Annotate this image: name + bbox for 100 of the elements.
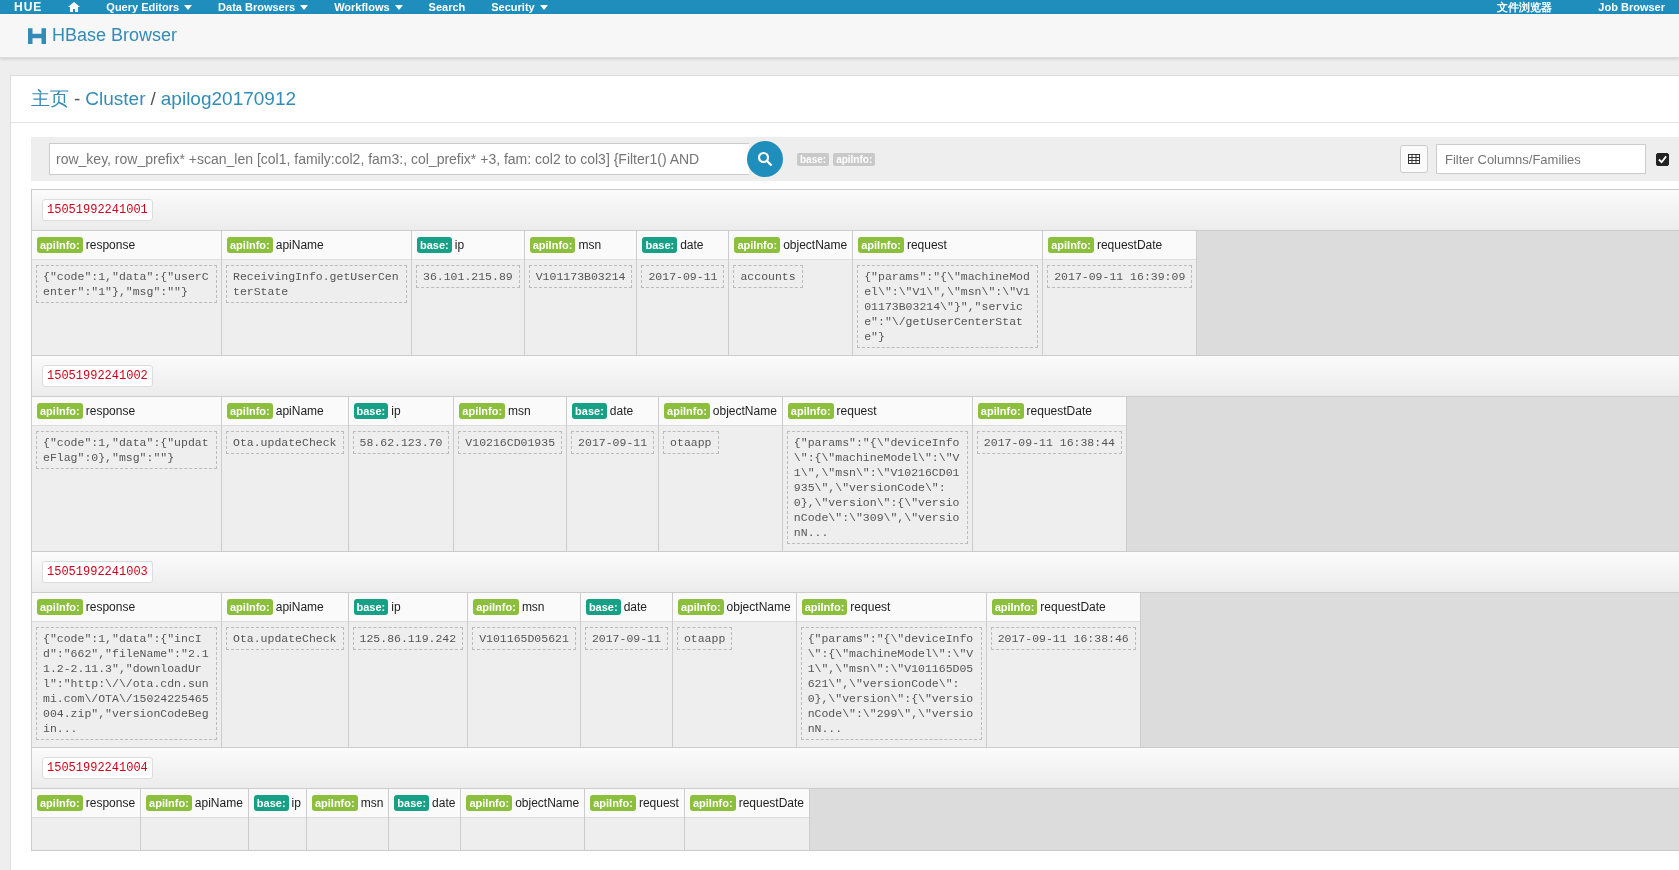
cell-value[interactable]: {"params":"{\"deviceInfo\":{\"machineModel\":\"V1\",\"msn\":\"V101165D05621\",\"versionCode\":0},\"version\":{\"versionCode\":\"299\",\"versionN...	[800, 627, 982, 740]
cell-value[interactable]: Ota.updateCheck	[226, 431, 344, 454]
row-key[interactable]: 15051992241001	[42, 199, 153, 221]
row-key[interactable]: 15051992241002	[42, 365, 153, 387]
nav-menu-item[interactable]: Search	[428, 1, 466, 13]
cell-value[interactable]: 125.86.119.242	[352, 627, 464, 650]
family-label[interactable]: apiInfo:	[991, 599, 1038, 615]
family-label[interactable]: base:	[572, 403, 607, 419]
family-label[interactable]: apiInfo:	[664, 403, 710, 419]
family-label[interactable]: apiInfo:	[787, 403, 834, 419]
cell-value[interactable]: 2017-09-11	[641, 265, 725, 288]
family-label[interactable]: apiInfo:	[227, 403, 273, 419]
family-label[interactable]: apiInfo:	[529, 237, 576, 253]
family-label[interactable]: apiInfo:	[473, 599, 519, 615]
family-label[interactable]: apiInfo:	[677, 599, 724, 615]
row-key[interactable]: 15051992241004	[42, 757, 153, 779]
grid-icon	[1408, 154, 1420, 164]
cell-value[interactable]: 58.62.123.70	[352, 431, 450, 454]
cell-value[interactable]: otaapp	[663, 431, 719, 454]
filter-field[interactable]: Filter Columns/Families	[1436, 144, 1646, 174]
family-label[interactable]: apiInfo:	[977, 403, 1024, 419]
family-label[interactable]: apiInfo:	[590, 795, 636, 811]
cell-value[interactable]: ReceivingInfo.getUserCenterState	[226, 265, 407, 303]
family-label[interactable]: apiInfo:	[146, 795, 192, 811]
cell-value[interactable]: 2017-09-11	[584, 627, 668, 650]
column-name: apiName	[275, 238, 324, 252]
family-label[interactable]: apiInfo:	[227, 237, 273, 253]
search-button[interactable]	[747, 141, 783, 177]
nav-menu-item[interactable]: Query Editors	[106, 1, 193, 13]
breadcrumb-link[interactable]: apilog20170912	[160, 88, 297, 110]
family-label[interactable]: apiInfo:	[37, 403, 83, 419]
cell-value[interactable]: 36.101.215.89	[416, 265, 520, 288]
cell-value[interactable]: {"code":1,"data":{"incId":"662","fileName":"2.11.2-2.11.3","downloadUrl":"http:\/\/ota.cdn.sunmi.com\/OTA\/15024225465004.zip","versionCodeBegin...	[36, 627, 217, 740]
cell-value[interactable]: 2017-09-11 16:38:46	[990, 627, 1136, 650]
family-label[interactable]: apiInfo:	[1048, 237, 1094, 253]
cell-value[interactable]: 2017-09-11	[571, 431, 655, 454]
family-label[interactable]: apiInfo:	[689, 795, 736, 811]
cell-value[interactable]: V101173B03214	[528, 265, 633, 288]
family-label[interactable]: base:	[585, 599, 621, 615]
app-title: HBase Browser	[52, 25, 178, 46]
cell-value[interactable]: 2017-09-11 16:38:44	[976, 431, 1122, 454]
cell-value[interactable]: {"code":1,"data":{"userCenter":"1"},"msg":""}	[36, 265, 217, 303]
row-key[interactable]: 15051992241003	[42, 561, 153, 583]
family-label[interactable]: apiInfo:	[37, 599, 83, 615]
family-label[interactable]: base:	[642, 237, 678, 253]
family-label[interactable]: base:	[353, 599, 389, 615]
family-label[interactable]: base:	[417, 237, 452, 253]
family-label[interactable]: base:	[253, 795, 289, 811]
column-name: date	[680, 238, 704, 252]
family-label[interactable]: base:	[353, 403, 389, 419]
column-name: response	[85, 796, 136, 810]
family-label[interactable]: apiInfo:	[227, 599, 273, 615]
app-logo[interactable]: HUE	[14, 0, 43, 14]
family-label[interactable]: apiInfo:	[734, 237, 781, 253]
family-label[interactable]: apiInfo:	[858, 237, 904, 253]
column-name: msn	[578, 238, 602, 252]
column-name: objectName	[712, 404, 777, 418]
cell-value[interactable]: otaapp	[676, 627, 733, 650]
family-label[interactable]: apiInfo:	[37, 795, 83, 811]
nav-menu-item[interactable]: Job Browser	[1598, 1, 1665, 13]
cell-value[interactable]: {"params":"{\"deviceInfo\":{\"machineModel\":\"V1\",\"msn\":\"V10216CD01935\",\"versionCode\":0},\"version\":{\"versionCode\":\"309\",\"versionN...	[786, 431, 968, 544]
column-name: date	[623, 600, 647, 614]
home-icon[interactable]	[68, 2, 81, 12]
column-name: request	[906, 238, 947, 252]
family-label[interactable]: apiInfo:	[311, 795, 358, 811]
column-name: request	[850, 600, 891, 614]
search-icon	[757, 151, 773, 167]
column-name: ip	[291, 796, 301, 810]
cell-value[interactable]: {"params":"{\"machineModel\":\"V1\",\"msn\":\"V101173B03214\"}","service":"\/getUserCenterState"}	[857, 265, 1039, 348]
cell-value[interactable]: V101165D05621	[472, 627, 576, 650]
breadcrumb-link[interactable]: 主页	[31, 86, 69, 112]
nav-menu-item[interactable]: Workflows	[334, 1, 403, 13]
column-name: objectName	[783, 238, 848, 252]
column-name: objectName	[515, 796, 580, 810]
column-name: apiName	[275, 600, 324, 614]
family-label[interactable]: base:	[394, 795, 430, 811]
cell-value[interactable]: accounts	[733, 265, 803, 288]
column-name: requestDate	[1096, 238, 1163, 252]
cell-value[interactable]: Ota.updateCheck	[226, 627, 344, 650]
cell-value[interactable]: 2017-09-11 16:39:09	[1047, 265, 1193, 288]
column-name: ip	[391, 600, 401, 614]
column-name: date	[609, 404, 634, 418]
breadcrumb-link[interactable]: Cluster	[85, 88, 146, 110]
checkbox[interactable]	[1656, 152, 1669, 166]
breadcrumb-separator: -	[74, 88, 81, 110]
cell-value[interactable]: V10216CD01935	[458, 431, 563, 454]
family-label[interactable]: apiInfo:	[459, 403, 506, 419]
search-field[interactable]: row_key, row_prefix* +scan_len [col1, family:col2, fam3:, col_prefix* +3, fam: col2 to col3] {Filter1() AND	[49, 143, 749, 175]
nav-menu-item[interactable]: Data Browsers	[218, 1, 309, 13]
cell-value[interactable]: {"code":1,"data":{"updateFlag":0},"msg":""}	[36, 431, 217, 469]
column-name: objectName	[726, 600, 791, 614]
nav-menu-item[interactable]: 文件浏览器	[1497, 0, 1553, 15]
nav-menu-item[interactable]: Security	[491, 1, 548, 13]
family-label[interactable]: apiInfo:	[37, 237, 83, 253]
column-name: requestDate	[1026, 404, 1092, 418]
hbase-logo-icon	[28, 27, 46, 44]
family-label[interactable]: apiInfo:	[466, 795, 513, 811]
grid-view-button[interactable]	[1400, 145, 1428, 173]
family-label[interactable]: apiInfo:	[801, 599, 848, 615]
breadcrumb-separator: /	[150, 88, 156, 110]
